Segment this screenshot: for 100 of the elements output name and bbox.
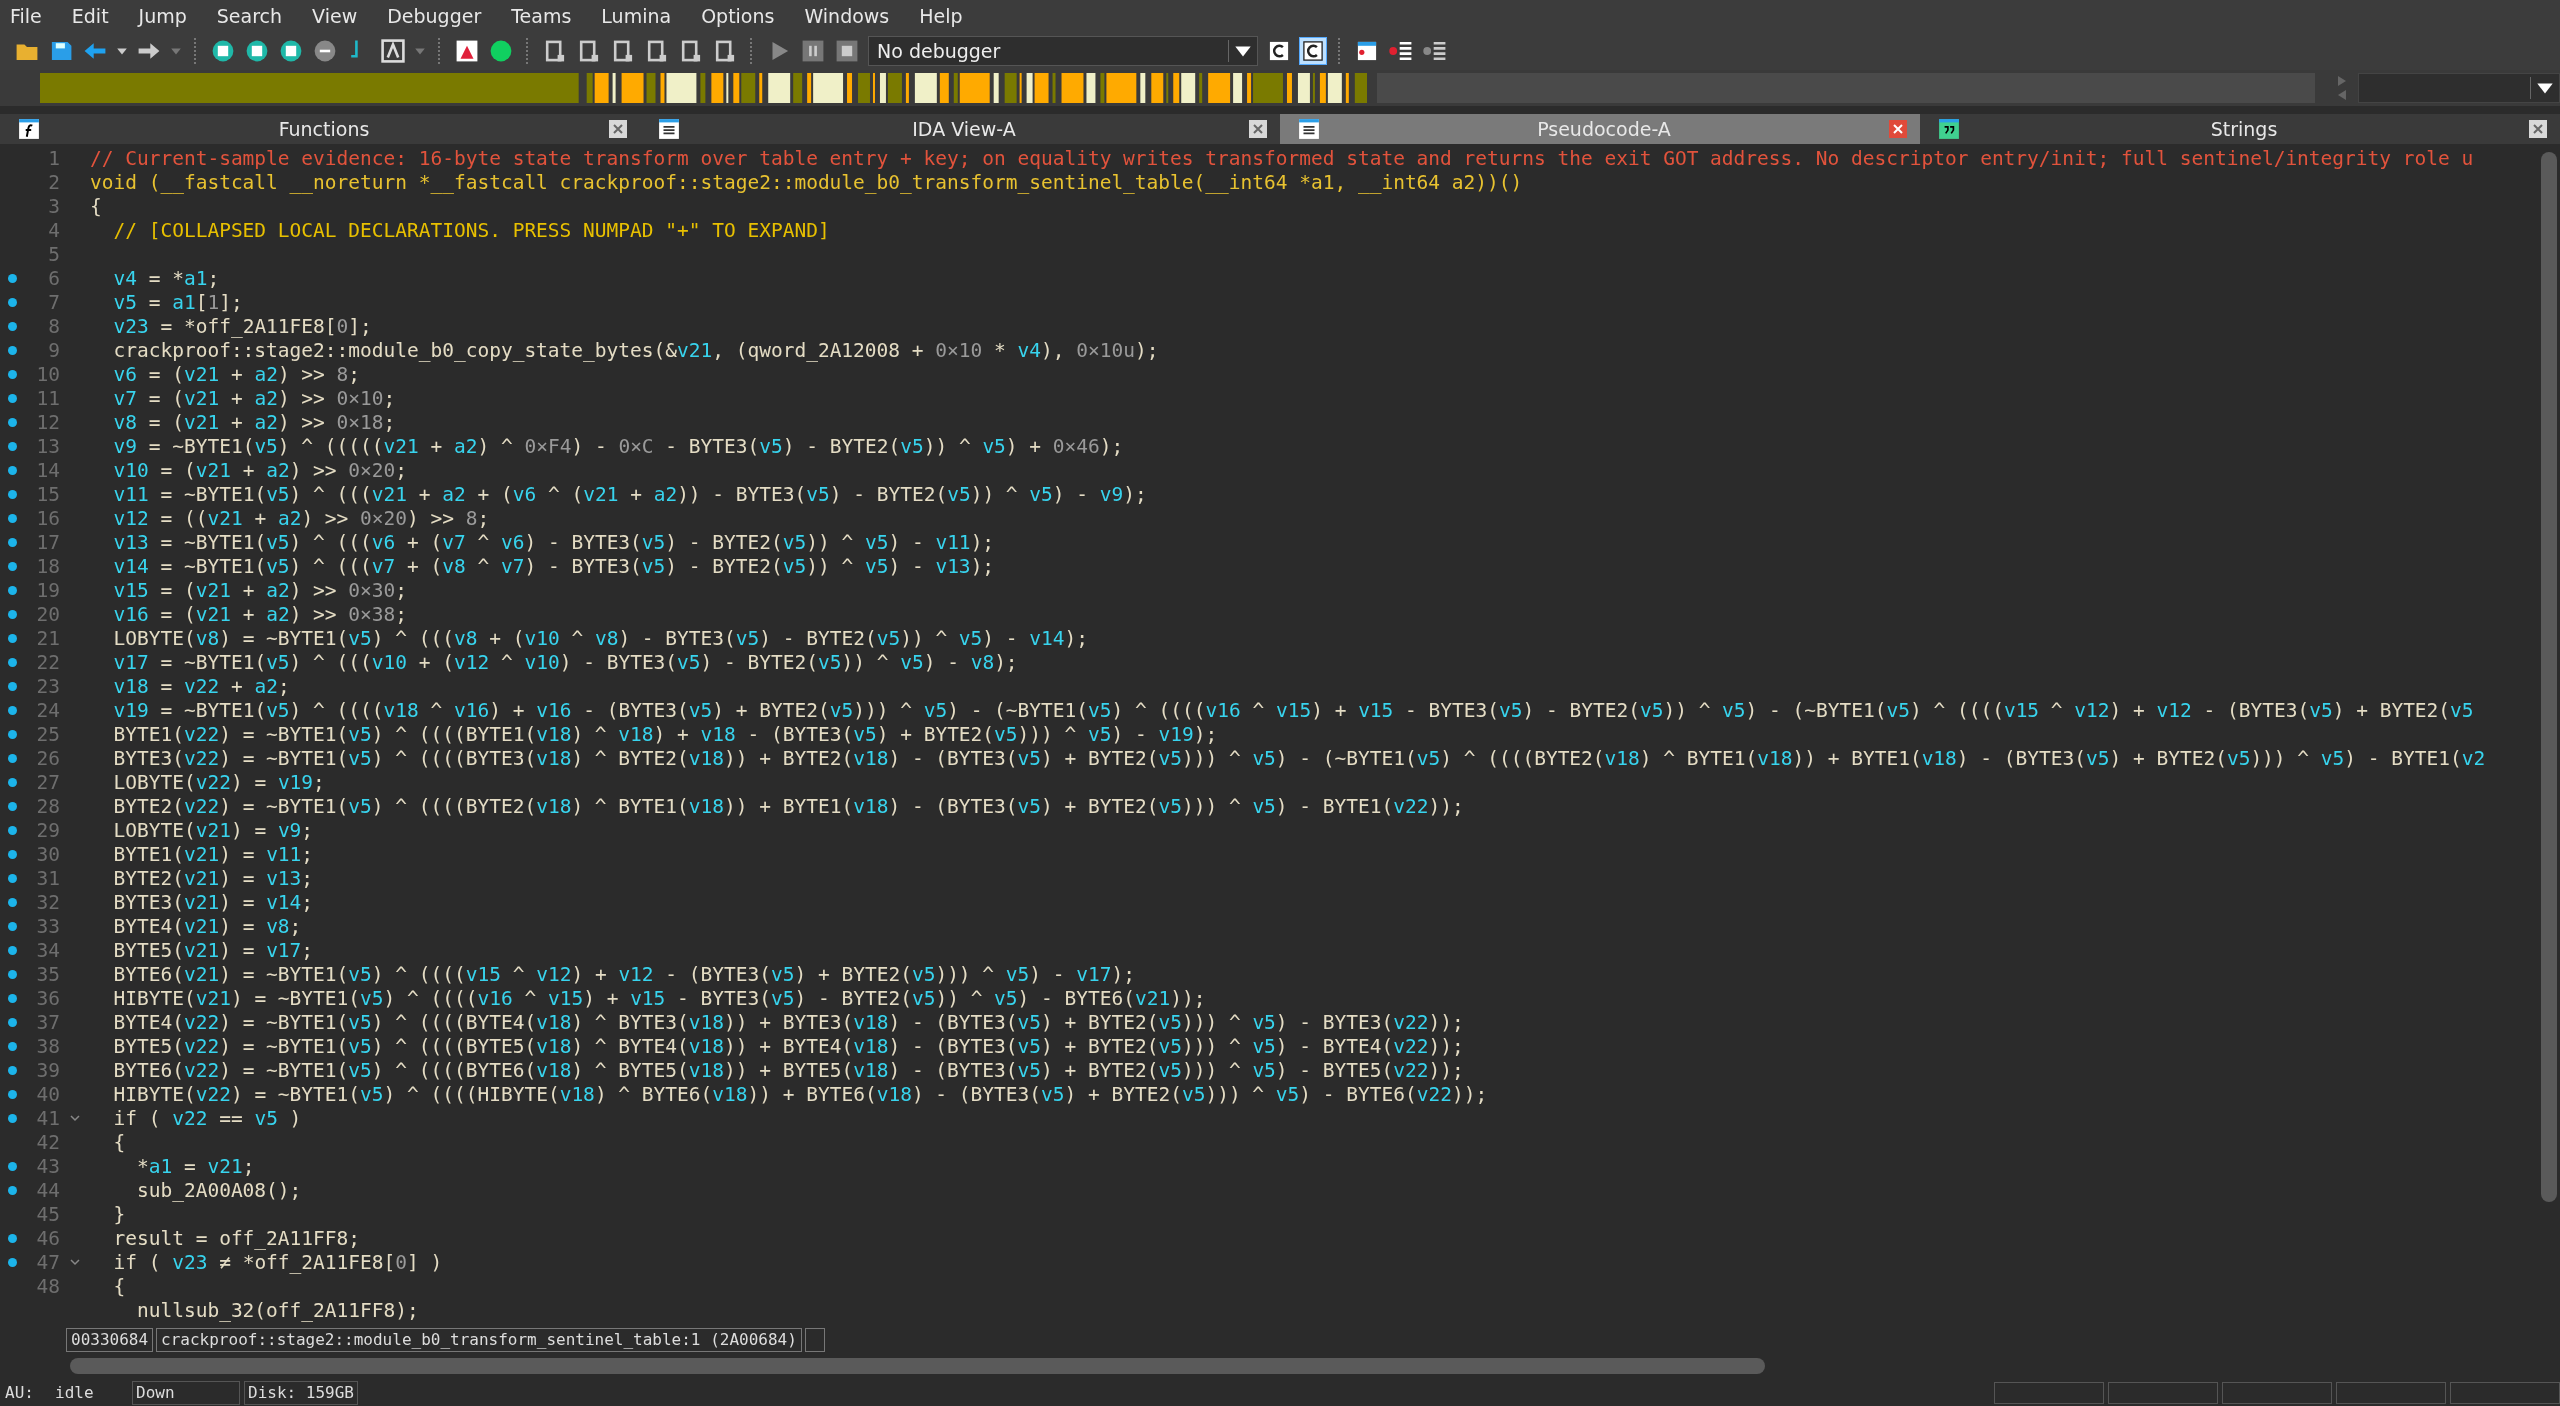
address-field[interactable] (804, 1328, 825, 1352)
line-number: 6 (47, 266, 60, 290)
code-line: // [COLLAPSED LOCAL DECLARATIONS. PRESS NUMPAD "+" TO EXPAND] (112, 218, 830, 242)
breakpoint-dot[interactable] (7, 801, 17, 811)
code-line: v16 = (v21 + a2) >> 0×38; (112, 602, 408, 626)
stop-icon[interactable] (834, 38, 860, 64)
breakpoint-dot[interactable] (7, 633, 17, 643)
tab[interactable]: Pseudocode-A (1280, 114, 1920, 144)
breakpoint-dot[interactable] (7, 585, 17, 595)
fold-icon[interactable] (69, 1256, 81, 1268)
line-number: 22 (35, 650, 60, 674)
line-number: 27 (35, 770, 60, 794)
code-line: v10 = (v21 + a2) >> 0×20; (112, 458, 408, 482)
breakpoint-dot[interactable] (7, 897, 17, 907)
close-icon[interactable] (1248, 119, 1268, 139)
menu-item[interactable]: Jump (138, 5, 187, 27)
close-icon[interactable] (2528, 119, 2548, 139)
breakpoint-dot[interactable] (7, 993, 17, 1003)
text-icon[interactable] (380, 38, 406, 64)
menu-item[interactable]: Windows (804, 5, 890, 27)
breakpoint-dot[interactable] (7, 1065, 17, 1075)
line-number: 12 (35, 410, 60, 434)
breakpoint-dot[interactable] (7, 465, 17, 475)
line-number: 30 (35, 842, 60, 866)
line-number: 46 (35, 1226, 60, 1250)
code-line: void (__fastcall __noreturn *__fastcall crackproof::stage2::module_b0_transform_sentinel_table(__int64 *a1, __int64 a2))() (90, 170, 1523, 194)
menu-item[interactable]: Debugger (387, 5, 482, 27)
navigation-band[interactable] (40, 73, 1367, 103)
fold-icon[interactable] (69, 1112, 81, 1124)
code-line: v8 = (v21 + a2) >> 0×18; (112, 410, 396, 434)
line-number: 5 (47, 242, 60, 266)
breakpoint-dot[interactable] (7, 657, 17, 667)
breakpoint-dot[interactable] (7, 1089, 17, 1099)
circle-icon[interactable] (278, 38, 304, 64)
breakpoint-dot[interactable] (7, 729, 17, 739)
code-line: BYTE5(v22) = ~BYTE1(v5) ^ ((((BYTE5(v18) ^ BYTE4(v18)) + BYTE4(v18) - (BYTE3(v5) + BYTE2(v5))) ^ v5) - BYTE4(v22)); (112, 1034, 1464, 1058)
breakpoint-dot[interactable] (7, 489, 17, 499)
function-icon (18, 118, 40, 140)
code-line: v9 = ~BYTE1(v5) ^ (((((v21 + a2) ^ 0×F4) - 0×C - BYTE3(v5) - BYTE2(v5)) ^ v5) + 0×46); (112, 434, 1124, 458)
line-number: 29 (35, 818, 60, 842)
code-line: crackproof::stage2::module_b0_copy_state_bytes(&v21, (qword_2A12008 + 0×10 * v4), 0×10u); (112, 338, 1159, 362)
menu-item[interactable]: Search (216, 5, 283, 27)
close-icon[interactable] (1888, 119, 1908, 139)
breakpoint-dot[interactable] (7, 1017, 17, 1027)
breakpoint-dot[interactable] (7, 345, 17, 355)
menu-item[interactable]: View (312, 5, 358, 27)
line-number: 39 (35, 1058, 60, 1082)
line-number: 42 (35, 1130, 60, 1154)
menu-item[interactable]: Options (701, 5, 775, 27)
code-line: v18 = v22 + a2; (112, 674, 290, 698)
circle-icon[interactable] (312, 38, 338, 64)
breakpoint-dot[interactable] (7, 921, 17, 931)
breakpoint-dot[interactable] (7, 513, 17, 523)
code-line: BYTE2(v22) = ~BYTE1(v5) ^ ((((BYTE2(v18) ^ BYTE1(v18)) + BYTE1(v18) - (BYTE3(v5) + BYTE2(v5))) ^ v5) - BYTE1(v22)); (112, 794, 1464, 818)
breakpoint-dot[interactable] (7, 609, 17, 619)
breakpoint-dot[interactable] (7, 753, 17, 763)
menu-item[interactable]: Lumina (601, 5, 672, 27)
pause-icon[interactable] (800, 38, 826, 64)
breakpoint-dot[interactable] (7, 945, 17, 955)
breakpoint-dot[interactable] (7, 681, 17, 691)
line-number: 31 (35, 866, 60, 890)
breakpoint-dot[interactable] (7, 273, 17, 283)
line-number: 4 (47, 218, 60, 242)
breakpoint-dot[interactable] (7, 873, 17, 883)
code-icon[interactable] (1300, 38, 1326, 64)
breakpoint-dot[interactable] (7, 441, 17, 451)
breakpoint-dot[interactable] (7, 417, 17, 427)
breakpoint-dot[interactable] (7, 1113, 17, 1123)
line-number: 1 (47, 146, 60, 170)
circle-icon[interactable] (210, 38, 236, 64)
code-line: BYTE1(v22) = ~BYTE1(v5) ^ ((((BYTE1(v18) ^ v18) + v18 - (BYTE3(v5) + BYTE2(v5))) ^ v5) - v19); (112, 722, 1218, 746)
code-line: if ( v23 ≠ *off_2A11FE8[0] ) (112, 1250, 443, 1274)
menu-item[interactable]: Edit (71, 5, 109, 27)
breakpoint-dot[interactable] (7, 393, 17, 403)
menu-item[interactable]: File (10, 5, 42, 27)
breakpoint-dot[interactable] (7, 1233, 17, 1243)
breakpoint-dot[interactable] (7, 369, 17, 379)
breakpoint-dot[interactable] (7, 1161, 17, 1171)
breakpoint-dot[interactable] (7, 777, 17, 787)
line-number: 11 (35, 386, 60, 410)
breakpoint-dot[interactable] (7, 561, 17, 571)
code-line: v4 = *a1; (112, 266, 220, 290)
close-icon[interactable] (608, 119, 628, 139)
breakpoint-dot[interactable] (7, 825, 17, 835)
breakpoint-dot[interactable] (7, 969, 17, 979)
breakpoint-dot[interactable] (7, 537, 17, 547)
breakpoint-dot[interactable] (7, 1041, 17, 1051)
menu-item[interactable]: Teams (511, 5, 572, 27)
debugger-dropdown[interactable]: No debugger (868, 36, 1258, 66)
breakpoint-dot[interactable] (7, 321, 17, 331)
breakpoint-dot[interactable] (7, 705, 17, 715)
menu-item[interactable]: Help (919, 5, 963, 27)
circle-icon[interactable] (488, 38, 514, 64)
breakpoint-dot[interactable] (7, 297, 17, 307)
breakpoint-dot[interactable] (7, 849, 17, 859)
breakpoint-dot[interactable] (7, 1185, 17, 1195)
circle-icon[interactable] (244, 38, 270, 64)
line-number: 38 (35, 1034, 60, 1058)
code-line: v13 = ~BYTE1(v5) ^ (((v6 + (v7 ^ v6) - BYTE3(v5) - BYTE2(v5)) ^ v5) - v11); (112, 530, 995, 554)
breakpoint-dot[interactable] (7, 1257, 17, 1267)
